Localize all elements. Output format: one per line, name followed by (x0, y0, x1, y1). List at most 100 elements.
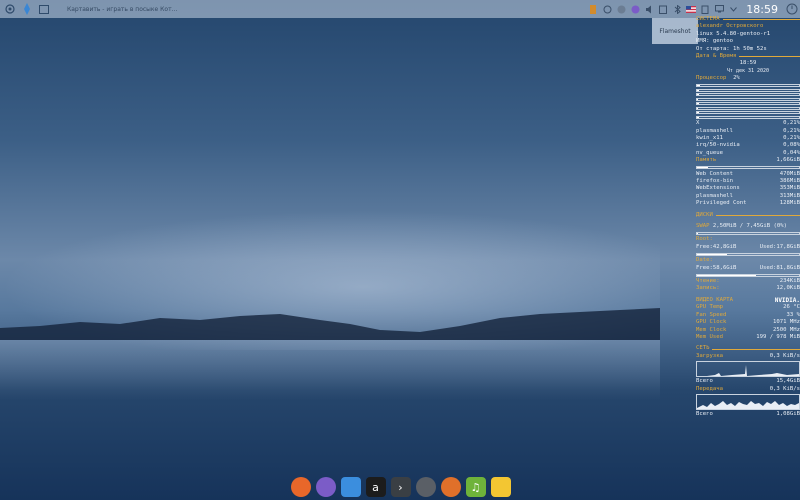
disk-read-row: Чтение: 234KiB (696, 278, 800, 285)
cpu-process-value: 0,21% (783, 127, 800, 134)
gpu-section-title: ВИДЕО КАРТА NVIDIA. (696, 296, 800, 304)
memory-process-list: Web Content 470MiB firefox-bin 386MiB WebExt… (696, 171, 800, 208)
gpu-stat-name: Mem Clock (696, 326, 727, 333)
cpu-process-value: 0,08% (783, 142, 800, 149)
task-title: Картавить - играть в посыке Кот... (67, 5, 178, 13)
cpu-process-name: kwin_x11 (696, 134, 723, 141)
network-icon[interactable] (714, 4, 724, 14)
dock-music-icon[interactable]: ♫ (465, 477, 486, 497)
dock-files-icon[interactable] (340, 477, 361, 497)
cpu-process-row: nv_queue 0,04% (696, 150, 800, 157)
datetime-date: Чт дек 31 2020 (726, 67, 770, 74)
panel-clock[interactable]: 18:59 (746, 3, 778, 16)
disk-write-row: Запись: 12,0KiB (696, 285, 800, 292)
swap-row: SWAP 2,50MiB / 7,45GiB (0%) (696, 223, 787, 230)
power-icon[interactable] (786, 3, 798, 15)
gpu-stat-value: 33 % (786, 311, 800, 318)
dock-viber-icon[interactable] (315, 477, 336, 497)
swap-bar (696, 231, 800, 235)
gpu-stat-row: GPU Temp 26 °C (696, 304, 800, 311)
battery-icon[interactable] (700, 4, 710, 14)
root-usage: Free:42,8GiB Used:17,8GiB (696, 243, 800, 250)
cpu-process-row: X 0,21% (696, 120, 800, 127)
gpu-stats: GPU Temp 26 °C Fan Speed 33 % GPU Clock 1071 … (696, 304, 800, 341)
cpu-core-bar (696, 115, 800, 119)
gpu-stat-name: GPU Clock (696, 319, 727, 326)
chevron-down-icon[interactable] (728, 4, 738, 14)
bluetooth-icon[interactable] (672, 4, 682, 14)
system-user: alexandr Островского (696, 23, 764, 30)
cpu-process-row: plasmashell 0,21% (696, 128, 800, 135)
cpu-process-value: 0,21% (783, 120, 800, 127)
dock-firefox-icon[interactable] (290, 477, 311, 497)
dock-disk-icon[interactable] (415, 477, 436, 497)
mem-process-value: 386MiB (779, 178, 800, 184)
workspace-icon[interactable] (20, 2, 34, 16)
gpu-stat-value: 1071 MHz (773, 319, 800, 326)
cpu-process-list: X 0,21% plasmashell 0,21% kwin_x11 0,21% irq/5… (696, 120, 800, 157)
gpu-stat-row: Mem Used 199 / 978 MiB (696, 334, 800, 341)
cpu-process-row: kwin_x11 0,21% (696, 135, 800, 142)
system-uptime: От старта: 1h 50m 52s (696, 45, 767, 52)
mem-process-value: 353MiB (779, 185, 800, 192)
datetime-section-title: Дата & Время (696, 53, 800, 60)
download-graph (696, 361, 800, 378)
viber-tray-icon[interactable] (630, 4, 640, 14)
clipboard-icon[interactable] (658, 4, 668, 14)
mem-process-value: 470MiB (779, 170, 800, 177)
flameshot-tooltip: Flameshot (652, 18, 698, 44)
cpu-core-bar (696, 102, 800, 106)
cpu-core-bar (696, 97, 800, 101)
dock-amarok-icon[interactable]: a (365, 477, 386, 497)
download-total-row: Всего 15,4GiB (696, 378, 800, 385)
mem-process-row: Privileged Cont 128MiB (696, 200, 800, 207)
cpu-core-bar (696, 93, 800, 97)
cpu-process-value: 0,04% (783, 149, 800, 156)
gpu-stat-row: Fan Speed 33 % (696, 312, 800, 319)
mem-process-value: 313MiB (779, 192, 800, 199)
gpu-stat-name: GPU Temp (696, 304, 723, 311)
keyboard-layout-flag-icon[interactable] (686, 4, 697, 14)
memory-row: Память 1,66GiB (696, 157, 800, 164)
memory-bar (696, 166, 800, 170)
mem-process-row: WebExtensions 353MiB (696, 185, 800, 192)
wallpaper-treeline (0, 308, 660, 340)
show-desktop-icon[interactable] (37, 2, 51, 16)
cpu-core-bar (696, 88, 800, 92)
network-section-title: СЕТЬ (696, 345, 800, 352)
mem-process-name: Web Content (696, 170, 734, 177)
upload-row: Передача 0,3 KiB/s (696, 385, 800, 392)
mem-process-name: WebExtensions (696, 185, 740, 192)
flameshot-tray-icon[interactable] (616, 4, 626, 14)
download-row: Загрузка 0,3 KiB/s (696, 352, 800, 359)
upload-graph (696, 393, 800, 410)
date-label: Date: (696, 257, 713, 264)
mem-process-value: 128MiB (779, 200, 800, 207)
dock-notes-icon[interactable] (490, 477, 511, 497)
mem-process-name: plasmashell (696, 192, 734, 199)
disks-section-title: ДИСКИ (696, 212, 800, 219)
dock-camera-icon[interactable] (440, 477, 461, 497)
gpu-stat-name: Fan Speed (696, 311, 727, 318)
gpu-stat-value: 2500 MHz (773, 326, 800, 333)
cpu-core-bars (696, 84, 800, 119)
flameshot-label: Flameshot (659, 27, 691, 35)
mem-process-row: Web Content 470MiB (696, 171, 800, 178)
mem-process-name: firefox-bin (696, 178, 734, 184)
top-panel: Картавить - играть в посыке Кот... 18:59 (0, 0, 800, 18)
notes-tray-icon[interactable] (588, 4, 598, 14)
cpu-process-name: nv_queue (696, 149, 723, 156)
cpu-process-row: irq/50-nvidia 0,08% (696, 142, 800, 149)
root-bar (696, 252, 800, 256)
settings-tray-icon[interactable] (602, 4, 612, 14)
system-section-title: СИСТЕМА (696, 16, 800, 23)
date-usage: Free:58,6GiB Used:81,8GiB (696, 264, 800, 271)
gpu-stat-row: Mem Clock 2500 MHz (696, 327, 800, 334)
date-bar (696, 273, 800, 277)
volume-icon[interactable] (644, 4, 654, 14)
app-menu-icon[interactable] (3, 2, 17, 16)
dock-terminal-icon[interactable]: › (390, 477, 411, 497)
cpu-core-bar (696, 84, 800, 88)
cpu-core-bar (696, 111, 800, 115)
taskbar-task-firefox[interactable]: Картавить - играть в посыке Кот... (59, 2, 179, 16)
